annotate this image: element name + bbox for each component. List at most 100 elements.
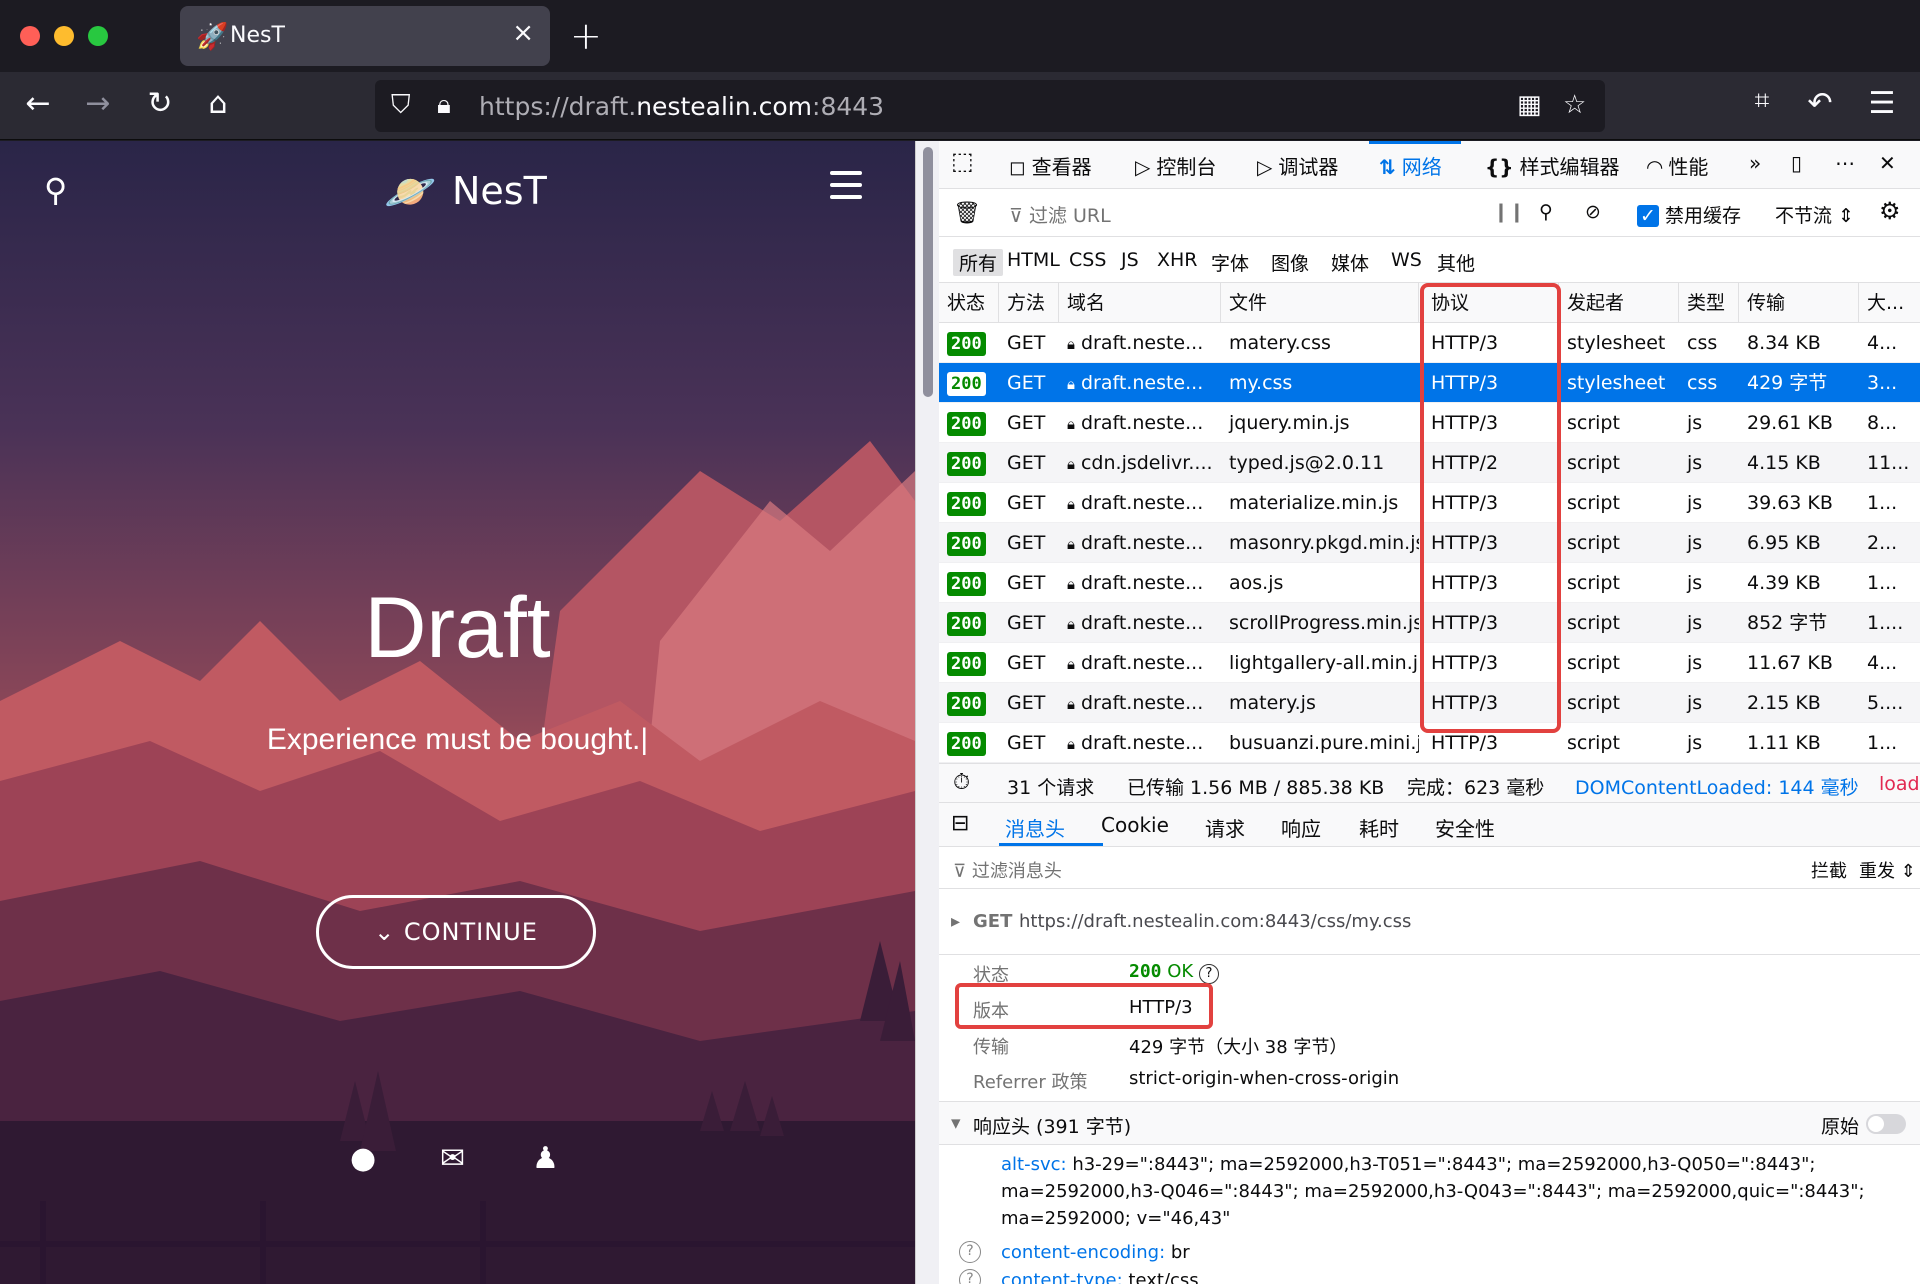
type-filter-xhr[interactable]: XHR (1151, 249, 1204, 271)
cell-file: busuanzi.pure.mini.js (1229, 732, 1419, 754)
filter-url-input[interactable]: ⊽ 过滤 URL (1009, 201, 1111, 228)
site-brand[interactable]: NesT (452, 169, 547, 213)
type-filter-other[interactable]: 其他 (1431, 249, 1481, 276)
domain-text: draft.neste... (1080, 412, 1204, 434)
lock-icon: 🔒︎ (1067, 415, 1075, 433)
type-filter-all[interactable]: 所有 (953, 249, 1004, 276)
filter-headers-placeholder: 过滤消息头 (971, 861, 1062, 882)
new-tab-button[interactable]: + (570, 14, 602, 58)
type-filter-ws[interactable]: WS (1385, 249, 1428, 271)
lock-icon: 🔒︎ (1067, 735, 1075, 753)
tab-network[interactable]: ⇅ 网络 (1379, 151, 1442, 180)
more-options-icon[interactable]: ⋯ (1835, 151, 1855, 175)
continue-button[interactable]: ⌄ CONTINUE (316, 895, 596, 969)
braces-icon: {} (1485, 155, 1514, 179)
cell-method: GET (1007, 612, 1046, 634)
column-size[interactable]: 大... (1859, 283, 1920, 323)
scrollbar-thumb[interactable] (923, 147, 933, 397)
domain-text: draft.neste... (1080, 332, 1204, 354)
transfer-value: 429 字节（大小 38 字节） (1129, 1037, 1348, 1058)
close-window-button[interactable] (20, 26, 40, 46)
tab-cookies[interactable]: Cookie (1101, 813, 1169, 837)
zoom-window-button[interactable] (88, 26, 108, 46)
trash-icon[interactable]: 🗑︎ (953, 201, 981, 226)
browser-tab[interactable]: 🚀 NesT × (180, 6, 550, 66)
element-picker-icon[interactable]: ⬚ (951, 147, 974, 175)
cell-method: GET (1007, 572, 1046, 594)
type-filter-images[interactable]: 图像 (1265, 249, 1315, 276)
column-type[interactable]: 类型 (1679, 283, 1739, 323)
gear-icon[interactable]: ⚙ (1879, 197, 1901, 225)
filter-headers-input[interactable]: ⊽ 过滤消息头 (953, 857, 1062, 883)
github-icon[interactable]: ● (350, 1141, 376, 1176)
shield-icon[interactable]: ⛉ (391, 90, 411, 121)
network-summary-bar: ⏱ 31 个请求 已传输 1.56 MB / 885.38 KB 完成：623 … (939, 763, 1920, 803)
more-tabs-icon[interactable]: » (1749, 151, 1761, 175)
block-icon[interactable]: ⊘ (1585, 201, 1601, 223)
column-status[interactable]: 状态 (939, 283, 999, 323)
url-text[interactable]: https://draft.nestealin.com:8443 (479, 92, 884, 121)
mail-icon[interactable]: ✉ (440, 1141, 465, 1176)
column-file[interactable]: 文件 (1221, 283, 1419, 323)
forward-icon[interactable]: → (78, 86, 118, 121)
reload-icon[interactable]: ↻ (140, 86, 180, 121)
header-value: h3-29=":8443"; ma=2592000,h3-T051=":8443… (1001, 1154, 1865, 1229)
resend-button[interactable]: 重发 ⇕ (1859, 857, 1916, 883)
tab-security[interactable]: 安全性 (1435, 813, 1495, 842)
tab-headers[interactable]: 消息头 (1005, 813, 1065, 842)
lock-icon[interactable]: 🔒︎ (437, 90, 451, 121)
column-domain[interactable]: 域名 (1059, 283, 1221, 323)
qq-icon[interactable]: ♟ (532, 1141, 559, 1176)
tab-console[interactable]: ▷ 控制台 (1135, 151, 1216, 180)
response-headers-section[interactable]: ▾ 响应头 (391 字节) 原始 (939, 1101, 1920, 1145)
type-filter-js[interactable]: JS (1115, 249, 1145, 271)
cell-file: jquery.min.js (1229, 412, 1350, 434)
tab-close-icon[interactable]: × (512, 18, 534, 48)
page-scrollbar[interactable] (915, 141, 939, 1284)
column-initiator[interactable]: 发起者 (1559, 283, 1679, 323)
help-icon[interactable]: ? (1198, 964, 1219, 984)
hamburger-menu-icon[interactable] (830, 171, 862, 207)
column-method[interactable]: 方法 (999, 283, 1059, 323)
tab-inspector-label: 查看器 (1031, 155, 1092, 179)
pause-icon[interactable]: ❙❙ (1493, 201, 1525, 223)
responsive-design-icon[interactable]: ▯ (1791, 151, 1802, 175)
help-icon[interactable]: ? (959, 1241, 981, 1263)
close-devtools-icon[interactable]: ✕ (1879, 151, 1896, 175)
search-icon[interactable]: ⚲ (1539, 201, 1553, 223)
home-icon[interactable]: ⌂ (198, 86, 238, 121)
type-filter-fonts[interactable]: 字体 (1205, 249, 1255, 276)
screenshot-icon[interactable]: ⌗ (1742, 86, 1782, 117)
status-badge: 200 (947, 452, 986, 476)
url-bar[interactable]: ⛉ 🔒︎ https://draft.nestealin.com:8443 ▦ … (375, 80, 1605, 132)
help-icon[interactable]: ? (959, 1269, 981, 1284)
column-transfer[interactable]: 传输 (1739, 283, 1859, 323)
response-headers-title: 响应头 (391 字节) (973, 1116, 1132, 1138)
cell-status: 200 (939, 723, 999, 763)
back-icon[interactable]: ← (18, 86, 58, 121)
minimize-window-button[interactable] (54, 26, 74, 46)
header-filter-bar: ⊽ 过滤消息头 拦截 重发 ⇕ (939, 847, 1920, 889)
block-button[interactable]: 拦截 (1811, 857, 1847, 883)
tab-response[interactable]: 响应 (1281, 813, 1321, 842)
tab-request[interactable]: 请求 (1205, 813, 1245, 842)
tab-inspector[interactable]: ◻ 查看器 (1009, 151, 1092, 180)
request-summary[interactable]: ▸ GET https://draft.nestealin.com:8443/c… (939, 889, 1920, 955)
tab-debugger[interactable]: ▷ 调试器 (1257, 151, 1338, 180)
tab-style-editor[interactable]: {} 样式编辑器 (1485, 151, 1619, 180)
sidebar-toggle-icon[interactable]: ⊟ (951, 811, 969, 836)
bookmark-star-icon[interactable]: ☆ (1563, 90, 1586, 120)
disable-cache-checkbox[interactable]: ✓ 禁用缓存 (1637, 201, 1741, 228)
raw-toggle[interactable] (1866, 1114, 1906, 1134)
tab-timings[interactable]: 耗时 (1359, 813, 1399, 842)
qr-code-icon[interactable]: ▦ (1517, 90, 1542, 120)
type-filter-html[interactable]: HTML (1001, 249, 1066, 271)
search-icon[interactable]: ⚲ (44, 171, 67, 209)
undo-icon[interactable]: ↶ (1800, 86, 1840, 121)
cell-initiator: script (1567, 532, 1620, 554)
tab-performance[interactable]: ◠ 性能 (1647, 151, 1708, 180)
app-menu-icon[interactable]: ☰ (1862, 86, 1902, 121)
throttle-select[interactable]: 不节流 ⇕ (1775, 201, 1854, 228)
type-filter-media[interactable]: 媒体 (1325, 249, 1375, 276)
type-filter-css[interactable]: CSS (1063, 249, 1112, 271)
